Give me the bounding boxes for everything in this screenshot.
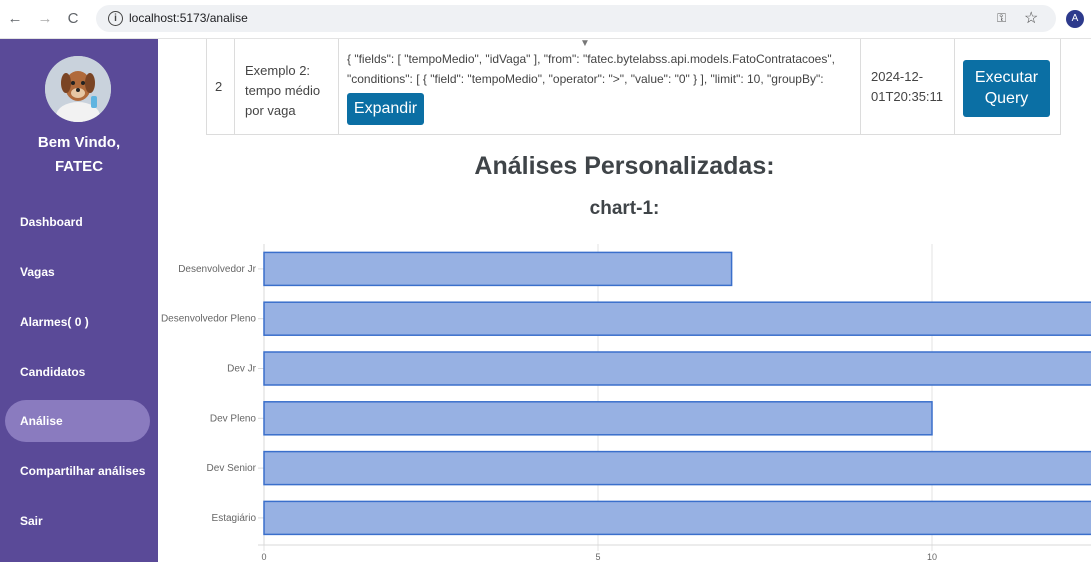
chart-bar[interactable]	[263, 401, 933, 436]
y-tick-label: Dev Pleno	[210, 413, 257, 424]
chart-bar[interactable]	[263, 500, 1091, 536]
chart-bar[interactable]	[263, 251, 733, 287]
chart-bar[interactable]	[263, 450, 1091, 486]
y-tick-label: Desenvolvedor Jr	[178, 264, 256, 275]
x-tick-label: 0	[261, 552, 266, 562]
chart-bar[interactable]	[263, 351, 1091, 386]
y-tick-label: Desenvolvedor Pleno	[161, 314, 256, 325]
bar-chart: 05101520Desenvolvedor JrDesenvolvedor Pl…	[161, 244, 1091, 562]
chart-bar[interactable]	[263, 301, 1091, 336]
y-tick-label: Dev Senior	[207, 463, 257, 474]
y-tick-label: Estagiário	[212, 513, 257, 524]
y-tick-label: Dev Jr	[227, 364, 257, 375]
x-tick-label: 10	[927, 552, 937, 562]
x-tick-label: 5	[595, 552, 600, 562]
